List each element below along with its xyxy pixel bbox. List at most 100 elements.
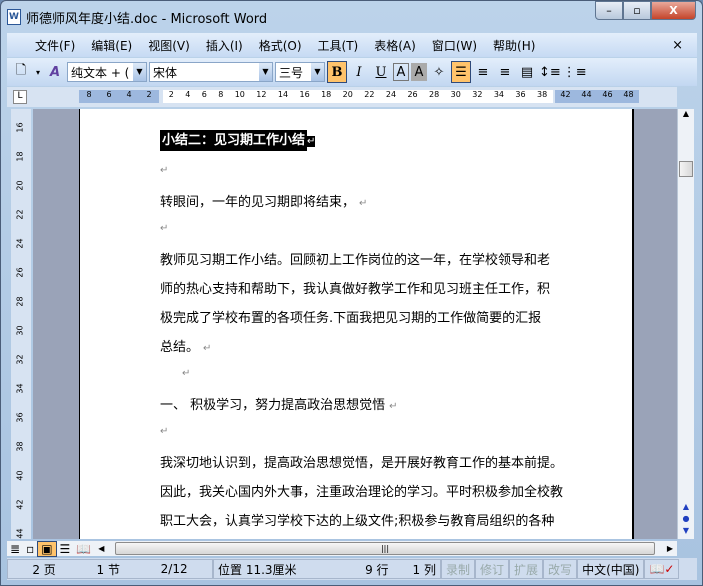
align-center-icon[interactable]: ≡ <box>473 61 493 83</box>
font-size-value: 三号 <box>279 65 304 80</box>
paragraph-mark: ↵ <box>307 136 316 147</box>
vruler-tick-label: 30 <box>15 325 25 336</box>
ruler-tick-label: 38 <box>537 90 548 99</box>
scroll-right-icon[interactable]: ▶ <box>667 544 673 553</box>
web-view-icon[interactable]: ▫ <box>23 542 37 556</box>
italic-button[interactable]: I <box>349 61 369 83</box>
browse-object-icons[interactable]: ▲ ● ▼ <box>678 501 694 537</box>
character-border-button[interactable]: A <box>393 63 409 81</box>
menu-format[interactable]: 格式(O) <box>251 37 310 54</box>
numbering-icon[interactable]: ⋮≡ <box>563 61 587 83</box>
vruler-tick-label: 36 <box>15 412 25 423</box>
document-page[interactable]: 小结二：见习期工作小结 ↵ ↵ 转眼间，一年的见习期即将结束， ↵ ↵ 教师见习期工作小结… <box>79 109 634 539</box>
bold-button[interactable]: B <box>327 61 347 83</box>
styles-icon[interactable]: A <box>45 61 65 83</box>
ruler-tick-label: 48 <box>623 90 634 99</box>
horizontal-ruler[interactable]: L 8642 2 4 6 8 10 12 14 16 18 20 22 24 26 28 30 32 34 36 3… <box>7 87 677 107</box>
vruler-tick-label: 20 <box>15 180 25 191</box>
page-count: 2/12 <box>160 562 188 576</box>
status-bar: 2 页 1 节 2/12 位置 11.3厘米 9 行 1 列 录制 修订 扩展 改写 中… <box>7 558 697 580</box>
ruler-tick-label: 34 <box>493 90 505 99</box>
reading-view-icon[interactable]: 📖 <box>73 542 94 556</box>
ruler-tick-label: 14 <box>277 90 289 99</box>
toolbar-options-icon[interactable]: ▾ <box>33 61 43 83</box>
vertical-scroll-thumb[interactable] <box>679 161 693 177</box>
horizontal-scroll-thumb[interactable]: ||| <box>115 542 655 555</box>
extend-selection-button[interactable]: 扩展 <box>509 559 544 579</box>
word-window: W 师德师风年度小结.doc - Microsoft Word – ▫ X 文件(F)… <box>0 0 703 586</box>
line-text: 师的热心支持和帮助下，我认真做好教学工作和见习班主任工作，积 <box>160 282 551 297</box>
scroll-up-icon[interactable]: ▲ <box>678 109 694 118</box>
menu-file[interactable]: 文件(F) <box>27 37 83 54</box>
vruler-tick-label: 22 <box>15 209 25 220</box>
close-button[interactable]: X <box>651 1 696 20</box>
language-indicator[interactable]: 中文(中国) <box>577 559 645 579</box>
word-icon: W <box>7 9 21 25</box>
print-view-icon[interactable]: ▣ <box>37 540 57 557</box>
ruler-tick-label: 46 <box>602 90 613 99</box>
menu-insert[interactable]: 插入(I) <box>198 37 251 54</box>
normal-view-icon[interactable]: ≣ <box>7 542 23 556</box>
line-text: 一、 积极学习，努力提高政治思想觉悟 <box>160 398 386 413</box>
empty-paragraph: ↵ <box>182 365 190 380</box>
align-right-icon[interactable]: ≡ <box>495 61 515 83</box>
ruler-tick-label: 26 <box>407 90 418 99</box>
close-document-button[interactable]: × <box>664 38 691 53</box>
ruler-tick-label: 8 <box>86 90 92 99</box>
section-number: 1 节 <box>96 562 120 577</box>
line-spacing-icon[interactable]: ↕≡ <box>539 61 561 83</box>
page-number: 2 页 <box>32 562 56 577</box>
distributed-icon[interactable]: ▤ <box>517 61 537 83</box>
vruler-tick-label: 16 <box>15 122 25 133</box>
record-macro-button[interactable]: 录制 <box>441 559 476 579</box>
line-text: 转眼间，一年的见习期即将结束， <box>160 195 356 210</box>
ruler-tick-label: 16 <box>299 90 310 99</box>
menu-help[interactable]: 帮助(H) <box>485 37 543 54</box>
formatting-toolbar: 🗋 ▾ A 纯文本 + (▼ 宋体 ▼ 三号 ▼ B I U A A ✧ ☰ ≡ ≡… <box>7 58 697 86</box>
text-effects-icon[interactable]: ✧ <box>429 61 449 83</box>
menu-window[interactable]: 窗口(W) <box>424 37 485 54</box>
scroll-left-icon[interactable]: ◀ <box>94 544 104 553</box>
underline-button[interactable]: U <box>371 61 391 83</box>
overtype-button[interactable]: 改写 <box>543 559 578 579</box>
spelling-check-icon[interactable]: 📖✓ <box>644 559 680 579</box>
ruler-tick-label: 20 <box>342 90 353 99</box>
ruler-tick-label: 30 <box>450 90 461 99</box>
line-text: 职工大会，认真学习学校下达的上级文件;积极参与教育局组织的各种 <box>160 514 555 529</box>
position: 位置 11.3厘米 <box>218 562 297 577</box>
vruler-tick-label: 18 <box>15 151 25 162</box>
menu-table[interactable]: 表格(A) <box>366 37 424 54</box>
restore-button[interactable]: ▫ <box>623 1 651 20</box>
menu-view[interactable]: 视图(V) <box>140 37 198 54</box>
font-size-select[interactable]: 三号 ▼ <box>275 62 325 82</box>
tab-selector-icon[interactable]: L <box>13 90 27 104</box>
style-select[interactable]: 纯文本 + (▼ <box>67 62 147 82</box>
outline-view-icon[interactable]: ☰ <box>57 542 74 556</box>
chevron-down-icon: ▼ <box>311 63 324 81</box>
line-text: 我深切地认识到，提高政治思想觉悟，是开展好教育工作的基本前提。 <box>160 456 564 471</box>
new-document-icon[interactable]: 🗋 <box>11 61 31 83</box>
ruler-tick-label: 18 <box>321 90 332 99</box>
title-bar: W 师德师风年度小结.doc - Microsoft Word <box>7 6 267 28</box>
horizontal-scrollbar[interactable]: ≣ ▫ ▣ ☰ 📖 ◀ ||| ▶ <box>7 540 677 557</box>
menu-tools[interactable]: 工具(T) <box>310 37 367 54</box>
vruler-tick-label: 34 <box>15 383 25 394</box>
menu-edit[interactable]: 编辑(E) <box>83 37 140 54</box>
empty-paragraph: ↵ <box>160 220 168 235</box>
text-line: 职工大会，认真学习学校下达的上级文件;积极参与教育局组织的各种 <box>160 510 554 529</box>
ruler-tick-label: 2 <box>146 90 152 99</box>
paragraph-mark: ↵ <box>203 343 212 354</box>
column-number: 1 列 <box>412 562 436 577</box>
heading: 小结二：见习期工作小结 <box>160 130 308 151</box>
minimize-button[interactable]: – <box>595 1 623 20</box>
justify-icon[interactable]: ☰ <box>451 61 471 83</box>
ruler-tick-label: 4 <box>126 90 132 99</box>
track-changes-button[interactable]: 修订 <box>475 559 510 579</box>
font-select[interactable]: 宋体 ▼ <box>149 62 273 82</box>
style-value: 纯文本 + ( <box>71 65 130 80</box>
character-shading-button[interactable]: A <box>411 63 427 81</box>
text-line: 转眼间，一年的见习期即将结束， ↵ <box>160 191 367 210</box>
ruler-tick-label: 32 <box>472 90 483 99</box>
paragraph-mark: ↵ <box>160 426 169 437</box>
vertical-scrollbar[interactable]: ▲ ▲ ● ▼ <box>677 109 694 539</box>
